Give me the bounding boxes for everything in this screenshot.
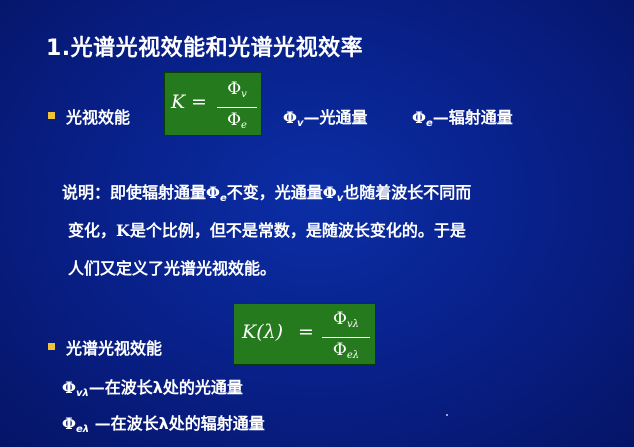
formula-numerator: Φv (227, 79, 247, 100)
item1-label: 光视效能 (66, 108, 131, 127)
item2-label: 光谱光视效能 (66, 339, 163, 358)
def-text: —光通量 (303, 108, 368, 127)
formula-denominator: Φeλ (332, 340, 360, 361)
phi-symbol: Φ (206, 183, 220, 202)
formula-equals: = (191, 91, 207, 113)
text-run: 不变，光通量 (226, 183, 323, 202)
phi-symbol: Φ (62, 378, 76, 397)
luminous-efficacy-formula: K = Φv Φe (164, 72, 262, 136)
phi-subscript: e (425, 118, 433, 129)
formula-equals: = (298, 321, 314, 343)
phi-symbol: Φ (283, 108, 297, 127)
explanation-line-1: 说明：即使辐射通量Φe不变，光通量Φv也随着波长不同而 (62, 176, 471, 216)
spectral-efficacy-formula: K(λ) = Φvλ Φeλ (233, 303, 376, 365)
text-run: 是个比例，但不是常数，是随波长变化的。于是 (129, 221, 466, 240)
phi-subscript: e (219, 193, 227, 204)
def-text: —在波长λ处的光通量 (88, 378, 243, 397)
text-run: 变化， (68, 221, 117, 240)
item1-def-luminous-flux: Φv—光通量 (283, 104, 367, 129)
formula-lhs: K(λ) (242, 321, 284, 343)
item2-def-spectral-luminous-flux: Φvλ—在波长λ处的光通量 (62, 374, 243, 399)
phi-symbol: Φ (412, 108, 426, 127)
formula-k: K (171, 91, 186, 113)
explanation-line-3: 人们又定义了光谱光视效能。 (68, 259, 277, 278)
decorative-dot (446, 414, 448, 416)
phi-subscript: eλ (75, 424, 90, 435)
text-run: 也随着波长不同而 (343, 183, 472, 202)
phi-symbol: Φ (322, 183, 337, 202)
formula-fraction: Φvλ Φeλ (322, 309, 370, 366)
explanation-line-2: 变化，K是个比例，但不是常数，是随波长变化的。于是 (68, 214, 466, 248)
fraction-bar (322, 337, 370, 338)
formula-fraction: Φv Φe (217, 79, 257, 136)
phi-symbol: Φ (62, 414, 76, 433)
bullet-icon (48, 343, 55, 350)
bullet-icon (48, 112, 55, 119)
phi-subscript: vλ (75, 388, 89, 399)
item2-def-spectral-radiant-flux: Φeλ —在波长λ处的辐射通量 (62, 410, 265, 435)
formula-denominator: Φe (227, 110, 247, 131)
item1-def-radiant-flux: Φe—辐射通量 (412, 104, 513, 129)
k-symbol: K (116, 221, 130, 240)
slide-title: 1.光谱光视效能和光谱光视效率 (46, 36, 364, 61)
def-text: —在波长λ处的辐射通量 (89, 414, 265, 433)
fraction-bar (217, 107, 257, 108)
formula-numerator: Φvλ (333, 309, 359, 330)
text-run: 说明：即使辐射通量 (62, 183, 207, 202)
def-text: —辐射通量 (432, 108, 513, 127)
